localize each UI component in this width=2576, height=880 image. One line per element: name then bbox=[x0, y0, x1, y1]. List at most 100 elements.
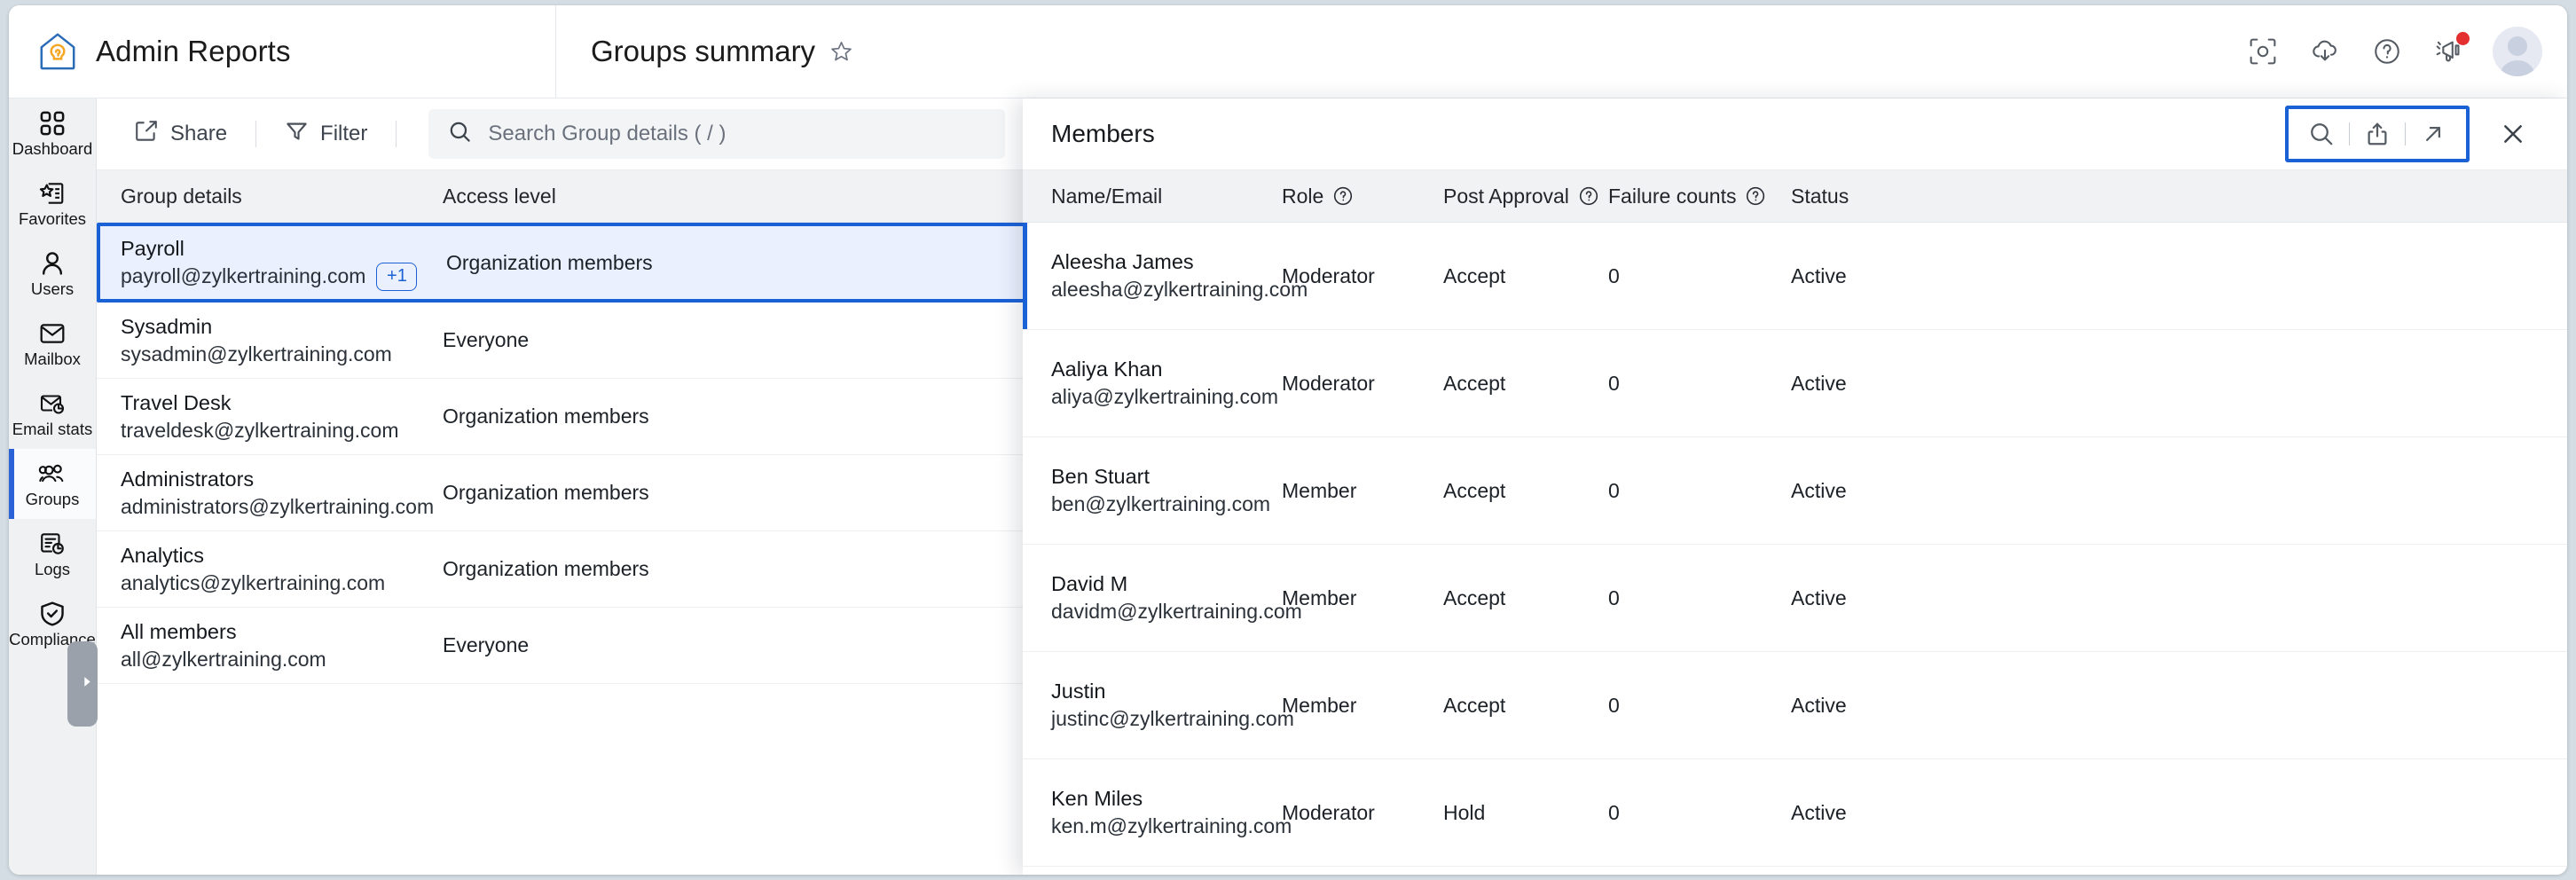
capture-icon[interactable] bbox=[2232, 20, 2294, 82]
role-cell: Member bbox=[1282, 586, 1443, 610]
sidebar: Dashboard Favorites Users bbox=[9, 98, 97, 875]
role-cell: Moderator bbox=[1282, 372, 1443, 396]
group-email-wrap: payroll@zylkertraining.com +1 bbox=[121, 263, 446, 291]
group-email: administrators@zylkertraining.com bbox=[121, 493, 443, 521]
filter-button-label: Filter bbox=[320, 122, 367, 146]
members-panel-title: Members bbox=[1051, 120, 2285, 148]
failure-counts-cell: 0 bbox=[1608, 801, 1791, 825]
sidebar-item-dashboard[interactable]: Dashboard bbox=[9, 98, 96, 169]
filter-icon bbox=[285, 119, 309, 149]
column-header-post-approval[interactable]: Post Approval bbox=[1443, 185, 1608, 208]
group-details-cell: All members all@zylkertraining.com bbox=[97, 618, 443, 673]
table-row[interactable]: Ken Miles ken.m@zylkertraining.com Moder… bbox=[1023, 759, 2567, 867]
member-email: aliya@zylkertraining.com bbox=[1051, 383, 1282, 411]
expand-icon[interactable] bbox=[2406, 111, 2461, 157]
failure-counts-cell: 0 bbox=[1608, 586, 1791, 610]
member-email: justinc@zylkertraining.com bbox=[1051, 705, 1282, 733]
member-name: David M bbox=[1051, 570, 1282, 598]
column-label: Name/Email bbox=[1051, 185, 1162, 208]
extra-count-badge[interactable]: +1 bbox=[376, 263, 417, 291]
share-upload-icon[interactable] bbox=[2350, 111, 2405, 157]
sidebar-item-mailbox[interactable]: Mailbox bbox=[9, 309, 96, 379]
share-button-label: Share bbox=[170, 122, 227, 146]
group-details-cell: Payroll payroll@zylkertraining.com +1 bbox=[100, 235, 446, 291]
toolbar-divider bbox=[396, 121, 397, 147]
column-header-access-level[interactable]: Access level bbox=[443, 185, 735, 208]
help-icon[interactable] bbox=[2356, 20, 2418, 82]
column-header-name-email[interactable]: Name/Email bbox=[1023, 185, 1282, 208]
chevron-right-icon bbox=[82, 675, 93, 693]
table-row[interactable]: Aaliya Khan aliya@zylkertraining.com Mod… bbox=[1023, 330, 2567, 437]
envelope-icon bbox=[39, 320, 66, 347]
table-row[interactable]: David M davidm@zylkertraining.com Member… bbox=[1023, 545, 2567, 652]
user-icon bbox=[39, 250, 66, 277]
post-approval-cell: Hold bbox=[1443, 801, 1608, 825]
access-level-cell: Organization members bbox=[443, 405, 735, 428]
group-email: sysadmin@zylkertraining.com bbox=[121, 341, 443, 368]
favorite-star-icon[interactable] bbox=[829, 40, 853, 64]
name-email-cell: Ben Stuart ben@zylkertraining.com bbox=[1023, 463, 1282, 518]
failure-counts-cell: 0 bbox=[1608, 372, 1791, 396]
member-name: Justin bbox=[1051, 678, 1282, 705]
sidebar-label: Logs bbox=[35, 561, 70, 578]
sidebar-item-email-stats[interactable]: Email stats bbox=[9, 379, 96, 449]
member-name: Ken Miles bbox=[1051, 785, 1282, 813]
group-email: payroll@zylkertraining.com bbox=[121, 263, 365, 290]
column-header-group-details[interactable]: Group details bbox=[97, 185, 443, 208]
envelope-chart-icon bbox=[39, 390, 66, 417]
table-row[interactable]: Aleesha James aleesha@zylkertraining.com… bbox=[1023, 223, 2567, 330]
sidebar-item-logs[interactable]: Logs bbox=[9, 519, 96, 589]
role-cell: Member bbox=[1282, 694, 1443, 718]
help-circle-icon[interactable] bbox=[1332, 185, 1354, 207]
post-approval-cell: Accept bbox=[1443, 264, 1608, 288]
members-panel-header: Members bbox=[1023, 98, 2567, 170]
sidebar-item-groups[interactable]: Groups bbox=[9, 449, 96, 519]
name-email-cell: Justin justinc@zylkertraining.com bbox=[1023, 678, 1282, 733]
table-row[interactable]: Ben Stuart ben@zylkertraining.com Member… bbox=[1023, 437, 2567, 545]
table-row[interactable]: Justin justinc@zylkertraining.com Member… bbox=[1023, 652, 2567, 759]
sidebar-expand-handle[interactable] bbox=[67, 641, 98, 727]
grid-icon bbox=[39, 110, 66, 137]
search-icon[interactable] bbox=[2294, 111, 2349, 157]
search-input[interactable] bbox=[488, 122, 986, 146]
column-label: Status bbox=[1791, 185, 1849, 208]
name-email-cell: Ken Miles ken.m@zylkertraining.com bbox=[1023, 785, 1282, 840]
close-icon[interactable] bbox=[2482, 107, 2544, 161]
column-label: Role bbox=[1282, 185, 1323, 208]
column-label: Failure counts bbox=[1608, 185, 1736, 208]
status-cell: Active bbox=[1791, 264, 1897, 288]
people-group-icon bbox=[38, 460, 67, 487]
top-bar-actions bbox=[2232, 20, 2567, 82]
column-header-status[interactable]: Status bbox=[1791, 185, 1897, 208]
sidebar-item-users[interactable]: Users bbox=[9, 239, 96, 309]
filter-button[interactable]: Filter bbox=[272, 110, 380, 158]
member-name: Aaliya Khan bbox=[1051, 356, 1282, 383]
members-panel: Members bbox=[1023, 98, 2567, 875]
sidebar-item-favorites[interactable]: Favorites bbox=[9, 169, 96, 239]
members-table-header: Name/Email Role Post Approval bbox=[1023, 170, 2567, 223]
cloud-download-icon[interactable] bbox=[2294, 20, 2356, 82]
name-email-cell: David M davidm@zylkertraining.com bbox=[1023, 570, 1282, 625]
group-email: all@zylkertraining.com bbox=[121, 646, 443, 673]
sidebar-label: Mailbox bbox=[24, 350, 81, 368]
search-box[interactable] bbox=[428, 109, 1005, 159]
access-level-cell: Everyone bbox=[443, 633, 735, 657]
group-name: Payroll bbox=[121, 235, 446, 263]
members-tools-group bbox=[2285, 106, 2470, 162]
avatar[interactable] bbox=[2493, 27, 2542, 76]
access-level-cell: Everyone bbox=[443, 328, 735, 352]
status-cell: Active bbox=[1791, 586, 1897, 610]
column-header-role[interactable]: Role bbox=[1282, 185, 1443, 208]
help-circle-icon[interactable] bbox=[1745, 185, 1766, 207]
page-title: Groups summary bbox=[591, 35, 815, 68]
share-button[interactable]: Share bbox=[122, 110, 240, 159]
group-name: All members bbox=[121, 618, 443, 646]
column-header-failure-counts[interactable]: Failure counts bbox=[1608, 185, 1791, 208]
brand[interactable]: Admin Reports bbox=[9, 5, 556, 98]
group-name: Analytics bbox=[121, 542, 443, 570]
toolbar-divider bbox=[255, 121, 256, 147]
admin-reports-logo-icon bbox=[37, 31, 78, 72]
help-circle-icon[interactable] bbox=[1578, 185, 1599, 207]
column-label: Post Approval bbox=[1443, 185, 1569, 208]
announcement-icon[interactable] bbox=[2418, 20, 2480, 82]
